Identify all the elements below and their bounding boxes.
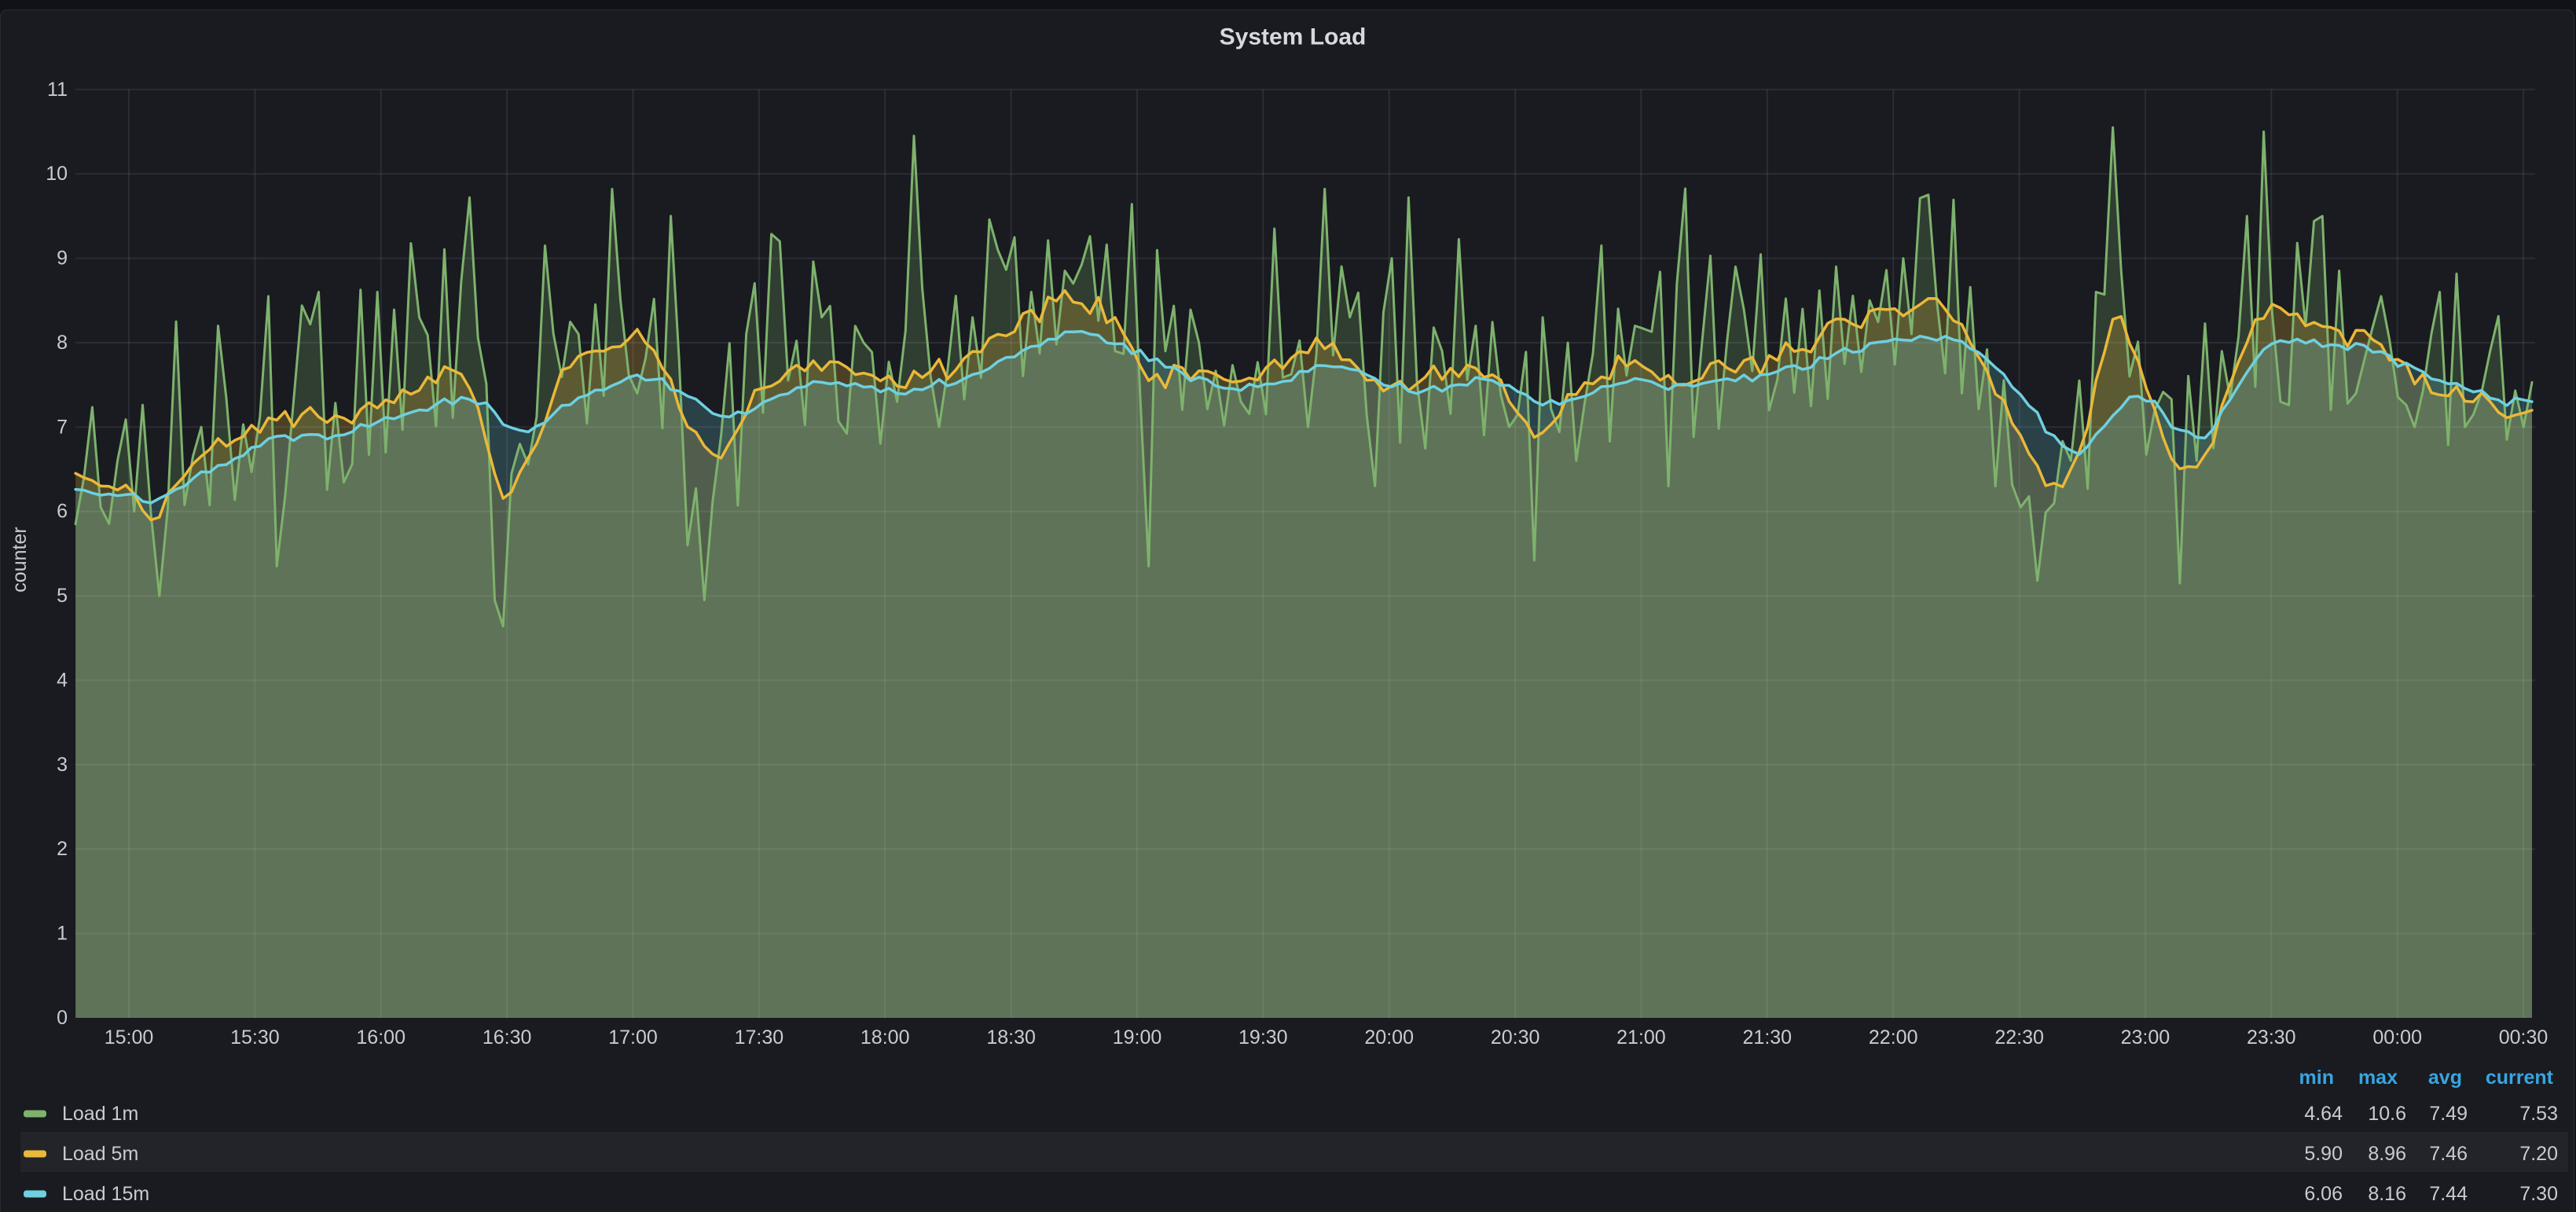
svg-text:21:00: 21:00 [1616,1027,1666,1049]
svg-text:Load 15m: Load 15m [62,1183,149,1205]
svg-text:8.96: 8.96 [2368,1143,2406,1165]
svg-text:15:30: 15:30 [230,1027,280,1049]
svg-text:7.46: 7.46 [2429,1143,2468,1165]
svg-text:19:30: 19:30 [1238,1027,1288,1049]
svg-text:18:00: 18:00 [861,1027,910,1049]
svg-text:8: 8 [57,332,68,354]
svg-text:System Load: System Load [1220,24,1367,50]
svg-text:17:00: 17:00 [608,1027,658,1049]
svg-text:00:30: 00:30 [2499,1027,2548,1049]
svg-text:20:30: 20:30 [1491,1027,1540,1049]
svg-text:7.30: 7.30 [2519,1183,2558,1205]
svg-text:Load 1m: Load 1m [62,1103,138,1125]
svg-text:7.20: 7.20 [2519,1143,2558,1165]
svg-text:21:30: 21:30 [1743,1027,1793,1049]
svg-text:4.64: 4.64 [2304,1103,2343,1125]
svg-text:Load 5m: Load 5m [62,1143,138,1165]
svg-text:22:30: 22:30 [1994,1027,2044,1049]
svg-text:18:30: 18:30 [986,1027,1036,1049]
svg-text:min: min [2299,1067,2334,1089]
svg-text:current: current [2486,1067,2554,1089]
svg-text:6.06: 6.06 [2304,1183,2343,1205]
svg-text:max: max [2358,1067,2398,1089]
svg-text:5.90: 5.90 [2304,1143,2343,1165]
svg-text:00:00: 00:00 [2372,1027,2422,1049]
svg-text:22:00: 22:00 [1869,1027,1918,1049]
svg-text:23:30: 23:30 [2247,1027,2296,1049]
svg-text:7.53: 7.53 [2519,1103,2558,1125]
svg-text:23:00: 23:00 [2121,1027,2171,1049]
svg-text:7: 7 [57,416,68,438]
svg-text:3: 3 [57,754,68,776]
svg-text:16:30: 16:30 [483,1027,532,1049]
svg-text:0: 0 [57,1007,68,1029]
svg-text:10.6: 10.6 [2368,1103,2406,1125]
svg-text:20:00: 20:00 [1364,1027,1414,1049]
svg-text:17:30: 17:30 [735,1027,784,1049]
svg-text:7.49: 7.49 [2429,1103,2468,1125]
svg-text:9: 9 [57,248,68,270]
svg-text:10: 10 [46,163,68,185]
svg-text:7.44: 7.44 [2429,1183,2468,1205]
svg-text:15:00: 15:00 [105,1027,154,1049]
svg-text:2: 2 [57,838,68,860]
svg-text:8.16: 8.16 [2368,1183,2406,1205]
svg-text:19:00: 19:00 [1113,1027,1162,1049]
svg-text:1: 1 [57,923,68,945]
svg-text:5: 5 [57,585,68,607]
svg-text:avg: avg [2428,1067,2462,1089]
svg-text:6: 6 [57,501,68,523]
svg-text:11: 11 [47,79,68,101]
svg-text:4: 4 [57,670,68,692]
svg-text:16:00: 16:00 [356,1027,405,1049]
svg-text:counter: counter [9,527,31,592]
